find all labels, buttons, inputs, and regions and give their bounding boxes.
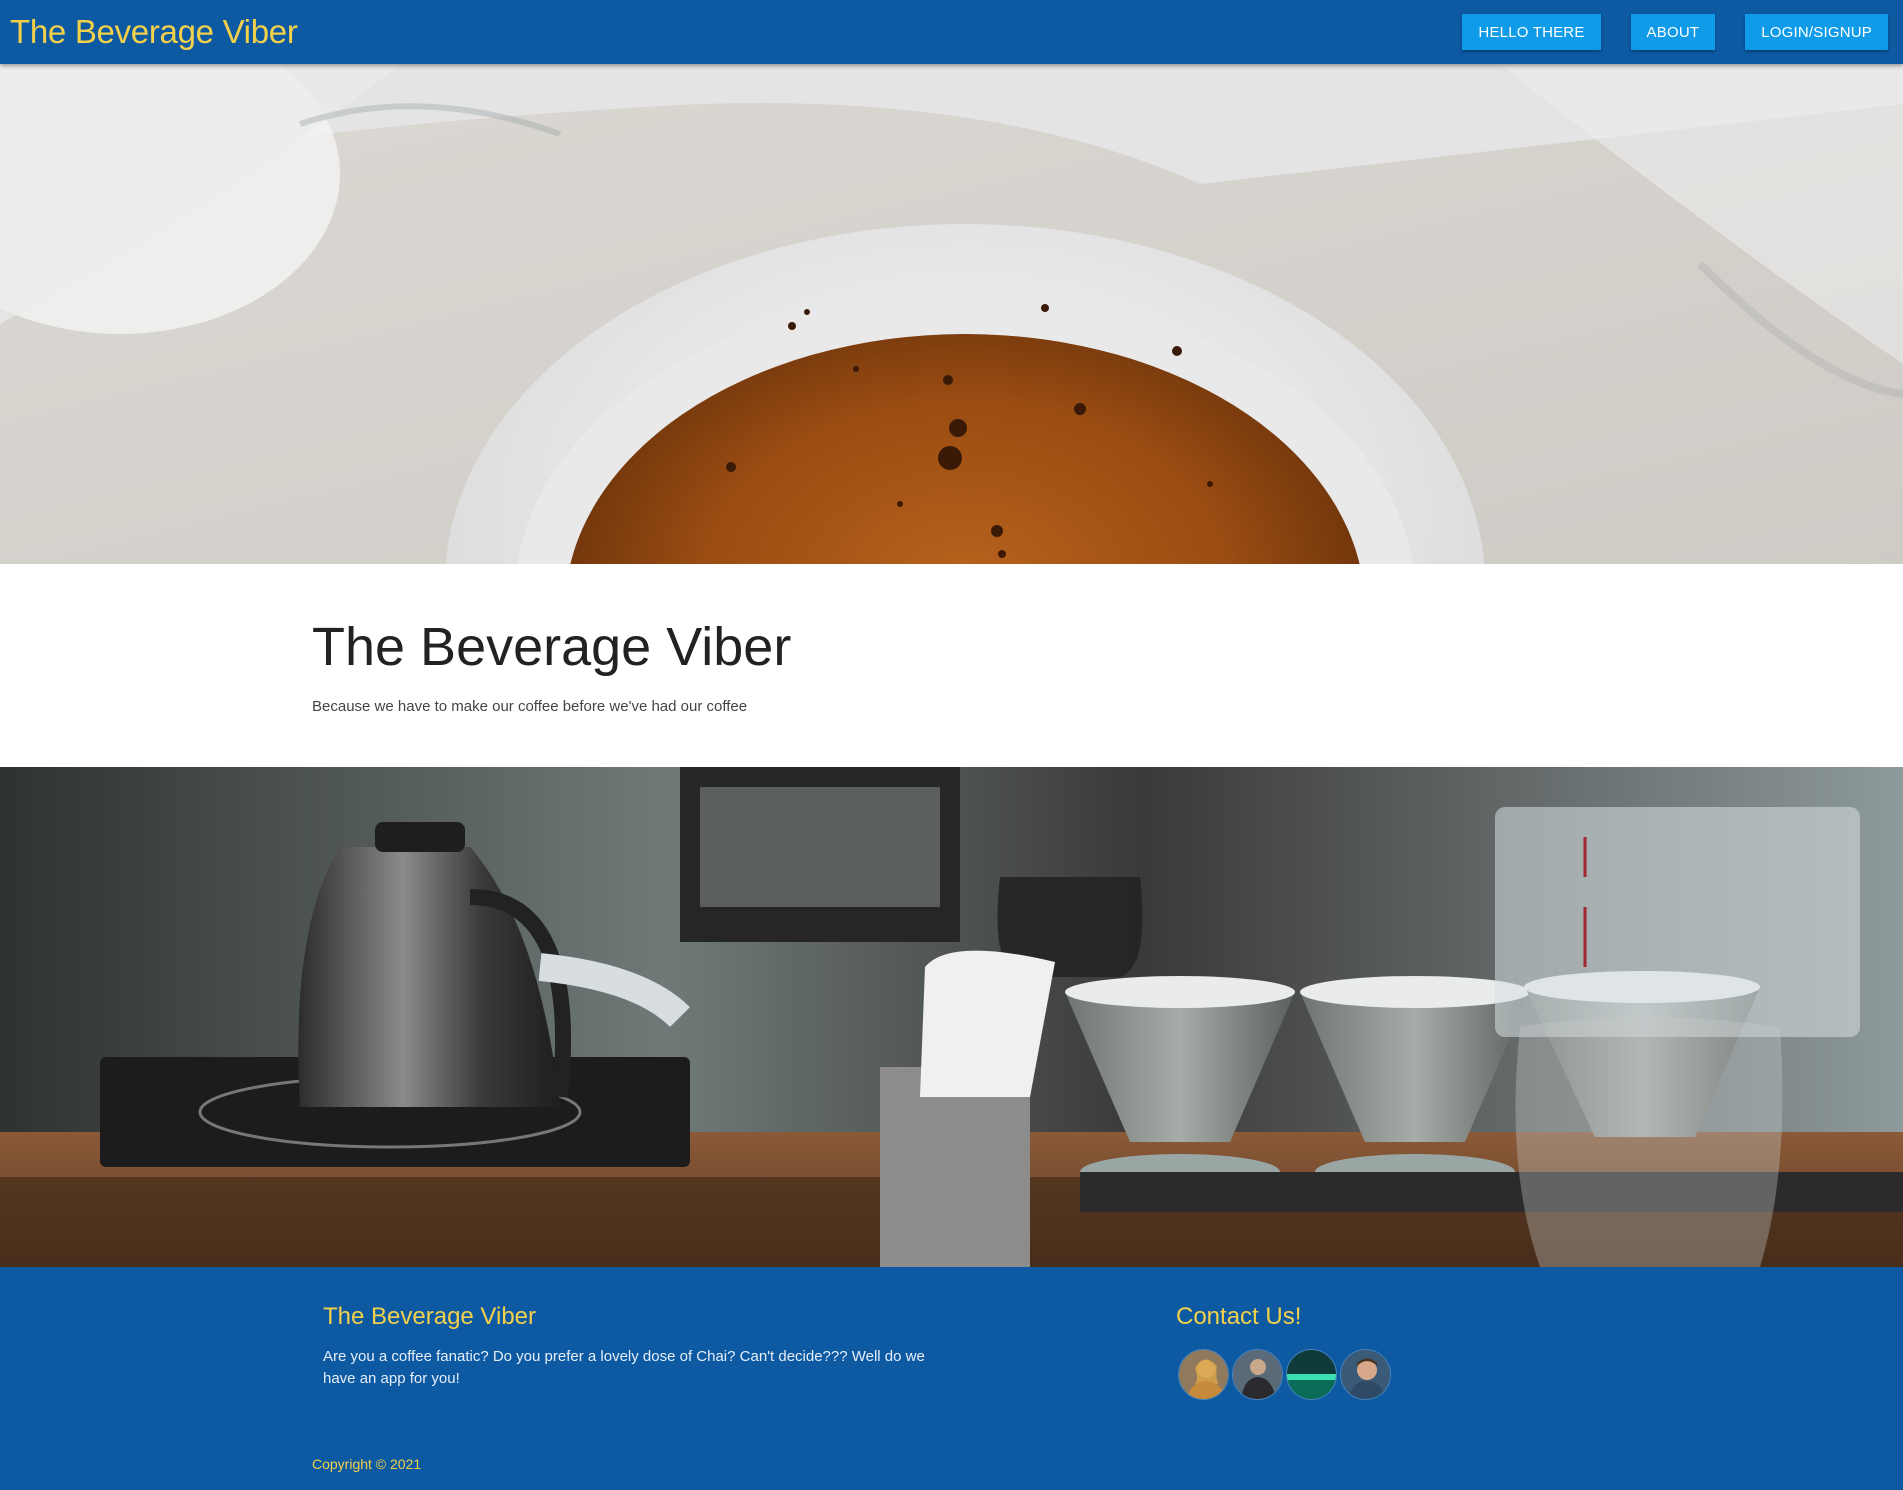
footer: The Beverage Viber Are you a coffee fana… <box>0 1267 1903 1490</box>
page-title: The Beverage Viber <box>312 617 792 677</box>
footer-title: The Beverage Viber <box>323 1303 537 1330</box>
contact-avatar-4[interactable] <box>1340 1349 1391 1400</box>
contact-avatar-2[interactable] <box>1232 1349 1283 1400</box>
copyright-text: Copyright © 2021 <box>312 1456 422 1472</box>
contact-title: Contact Us! <box>1176 1303 1302 1330</box>
about-button[interactable]: ABOUT <box>1630 14 1716 50</box>
navbar: The Beverage Viber HELLO THERE ABOUT LOG… <box>0 0 1903 64</box>
page-subtitle: Because we have to make our coffee befor… <box>312 698 748 715</box>
nav-buttons: HELLO THERE ABOUT LOGIN/SIGNUP <box>1432 14 1888 50</box>
footer-description: Are you a coffee fanatic? Do you prefer … <box>323 1348 925 1387</box>
contact-avatar-1[interactable] <box>1178 1349 1229 1400</box>
hero-coffee-cup-image <box>0 64 1903 564</box>
contact-avatars <box>1178 1349 1394 1400</box>
intro-section: The Beverage Viber Because we have to ma… <box>0 564 1903 767</box>
contact-avatar-3[interactable] <box>1286 1349 1337 1400</box>
hello-there-button[interactable]: HELLO THERE <box>1462 14 1601 50</box>
brand-logo[interactable]: The Beverage Viber <box>10 13 298 51</box>
login-signup-button[interactable]: LOGIN/SIGNUP <box>1745 14 1888 50</box>
hero-brew-bar-image <box>0 767 1903 1267</box>
